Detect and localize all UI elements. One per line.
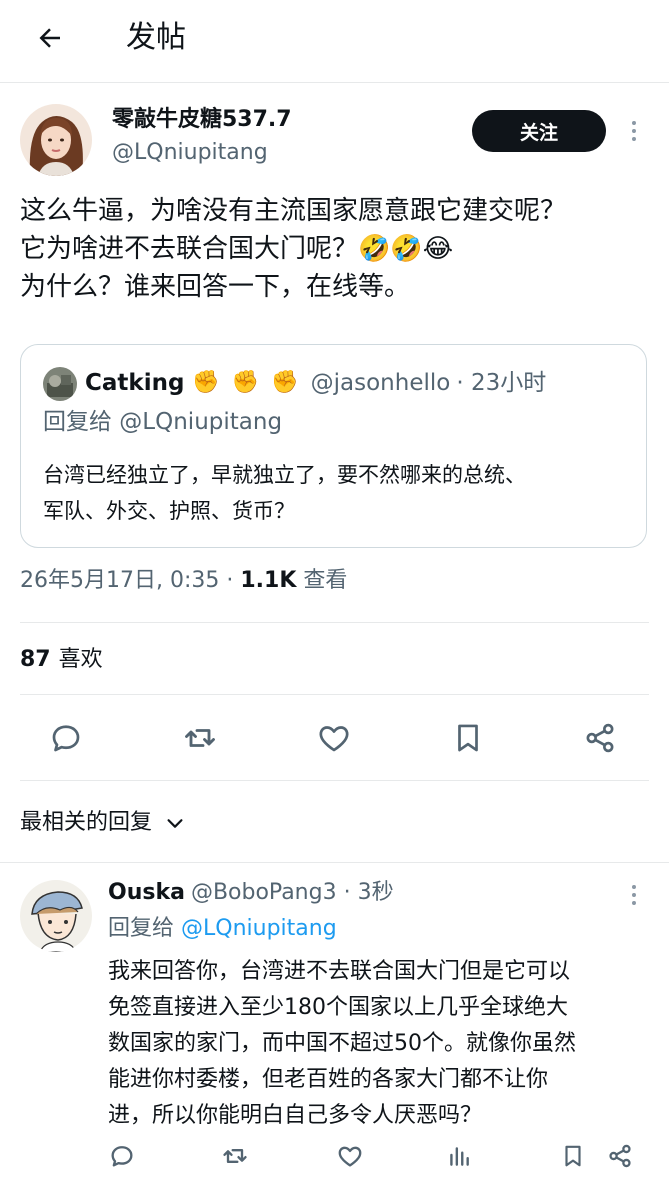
- heart-icon: [319, 726, 349, 752]
- reply-reply-button[interactable]: [108, 1138, 136, 1174]
- share-button[interactable]: [580, 718, 620, 758]
- back-button[interactable]: [30, 18, 70, 58]
- author-name[interactable]: 零敲牛皮糖537.7: [112, 104, 292, 136]
- share-icon: [586, 723, 614, 753]
- reply-text: 我来回答你，台湾进不去联合国大门但是它可以 免签直接进入至少180个国家以上几乎…: [108, 959, 576, 1128]
- repost-icon: [223, 1149, 247, 1163]
- quoted-author-handle: @jasonhello: [310, 370, 451, 396]
- more-options-icon[interactable]: [626, 116, 642, 146]
- fist-emoji: ✊: [271, 370, 299, 395]
- quoted-author-avatar: [43, 367, 77, 401]
- replies-sort-label: 最相关的回复: [20, 810, 153, 835]
- analytics-icon: [450, 1147, 469, 1166]
- reply-more-options-icon[interactable]: [626, 880, 642, 910]
- likes-stat[interactable]: 87 喜欢: [20, 644, 103, 676]
- repost-icon: [185, 729, 215, 747]
- reply-author-handle[interactable]: @BoboPang3: [191, 880, 337, 905]
- post-timestamp: 26年5月17日, 0:35 ·: [20, 568, 241, 593]
- reply-time: · 3秒: [343, 880, 394, 905]
- quoted-author-name[interactable]: Catking: [85, 365, 184, 401]
- arrow-left-icon: [39, 28, 60, 48]
- fist-emoji: ✊: [231, 370, 260, 395]
- bookmark-icon: [565, 1145, 581, 1167]
- likes-label: 喜欢: [58, 647, 103, 672]
- divider: [20, 694, 649, 695]
- chevron-down-icon: [167, 819, 183, 828]
- repost-button[interactable]: [180, 718, 220, 758]
- author-handle[interactable]: @LQniupitang: [112, 138, 268, 168]
- reply-to-line: 回复给 @LQniupitang: [108, 912, 337, 946]
- reply-views-button[interactable]: [446, 1138, 472, 1174]
- fist-emoji: ✊: [192, 370, 220, 395]
- views-count: 1.1K: [240, 568, 297, 593]
- quoted-post-header: Catking ✊ ✊ ✊ @jasonhello · 23小时: [85, 365, 546, 401]
- divider: [20, 622, 649, 623]
- reply-icon: [111, 1146, 133, 1167]
- divider: [20, 780, 649, 781]
- views-label: 查看: [296, 568, 348, 593]
- reply-to-prefix: 回复给: [108, 916, 181, 941]
- bookmark-icon: [458, 724, 478, 752]
- reply-bookmark-button[interactable]: [560, 1138, 586, 1174]
- share-icon: [609, 1144, 631, 1168]
- reply-author-name[interactable]: Ouska: [108, 880, 185, 905]
- reply-to-handle-link[interactable]: @LQniupitang: [181, 916, 337, 941]
- reply-share-button[interactable]: [606, 1138, 634, 1174]
- reply-button[interactable]: [46, 718, 86, 758]
- divider: [0, 862, 669, 863]
- reply-icon: [52, 725, 80, 752]
- reply-repost-button[interactable]: [220, 1138, 250, 1174]
- replies-sort-dropdown[interactable]: 最相关的回复: [20, 806, 186, 840]
- follow-button[interactable]: 关注: [472, 110, 606, 152]
- likes-count: 87: [20, 647, 51, 672]
- post-meta: 26年5月17日, 0:35 · 1.1K 查看: [20, 564, 347, 598]
- author-avatar[interactable]: [20, 104, 92, 176]
- quoted-post-text: 台湾已经独立了，早就独立了，要不然哪来的总统、 军队、外交、护照、货币？: [43, 463, 526, 523]
- like-button[interactable]: [314, 718, 354, 758]
- quoted-reply-to: 回复给 @LQniupitang: [43, 409, 283, 435]
- reply-header: Ouska @BoboPang3 · 3秒: [108, 876, 394, 910]
- quoted-post-time: · 23小时: [456, 370, 547, 396]
- heart-icon: [338, 1146, 362, 1167]
- bookmark-button[interactable]: [448, 718, 488, 758]
- reply-like-button[interactable]: [336, 1138, 364, 1174]
- post-text: 这么牛逼，为啥没有主流国家愿意跟它建交呢？ 它为啥进不去联合国大门呢？🤣🤣😂 为…: [20, 196, 567, 302]
- reply-author-avatar[interactable]: [20, 880, 92, 952]
- quoted-post-card[interactable]: Catking ✊ ✊ ✊ @jasonhello · 23小时 回复给 @LQ…: [20, 344, 647, 548]
- top-bar: [0, 0, 669, 83]
- page-title: 发帖: [126, 20, 186, 55]
